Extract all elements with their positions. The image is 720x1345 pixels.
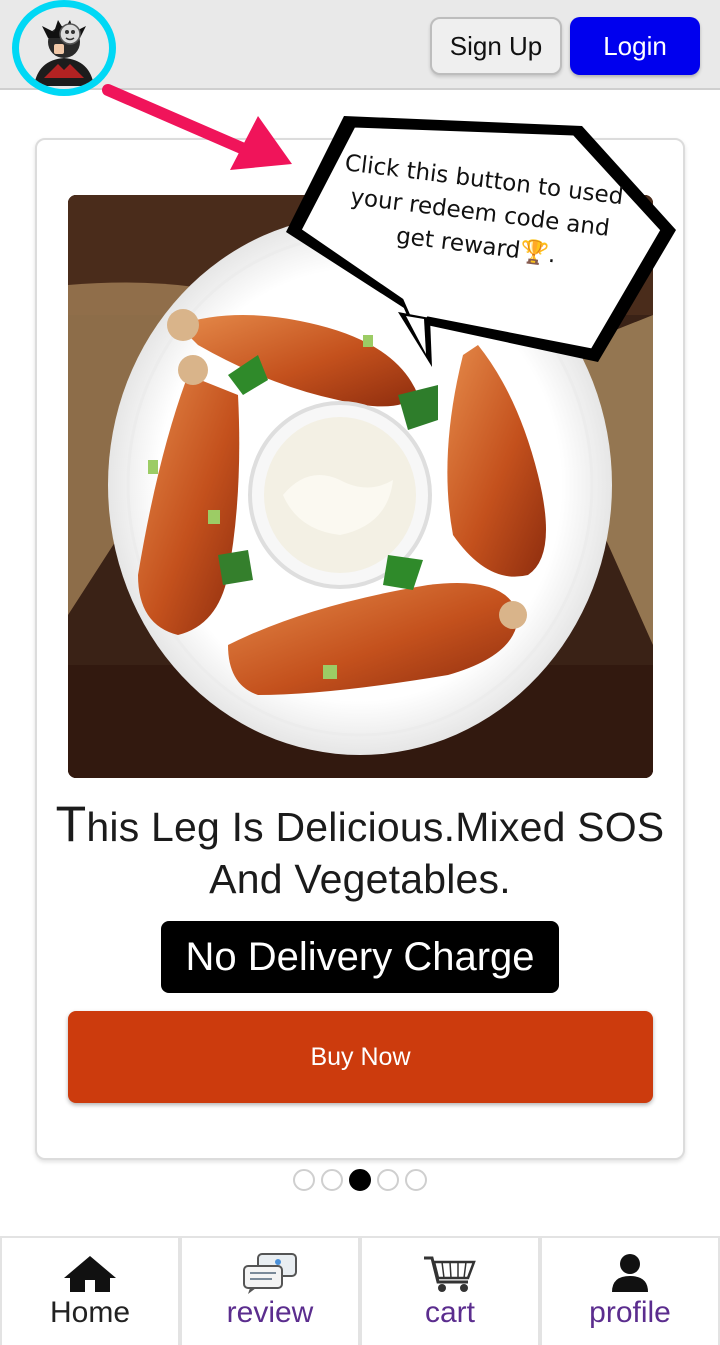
- carousel-dot[interactable]: [293, 1169, 315, 1191]
- home-icon: [64, 1256, 116, 1292]
- carousel-dots: [293, 1169, 433, 1191]
- avatar-character-icon: [24, 8, 104, 88]
- login-button[interactable]: Login: [570, 17, 700, 75]
- bottom-nav: Home review cart profile: [0, 1236, 720, 1345]
- nav-label-cart: cart: [424, 1296, 475, 1329]
- carousel-dot[interactable]: [405, 1169, 427, 1191]
- chat-bubbles-icon: [243, 1253, 297, 1294]
- nav-label-profile: profile: [589, 1296, 671, 1329]
- carousel-dot-active[interactable]: [349, 1169, 371, 1191]
- nav-item-profile[interactable]: profile: [540, 1236, 720, 1345]
- person-icon: [612, 1254, 648, 1292]
- nav-item-cart[interactable]: cart: [360, 1236, 540, 1345]
- pointer-arrow-icon: [102, 84, 292, 170]
- nav-item-home[interactable]: Home: [0, 1236, 180, 1345]
- carousel-dot[interactable]: [321, 1169, 343, 1191]
- nav-label-home: Home: [49, 1296, 131, 1329]
- carousel-dot[interactable]: [377, 1169, 399, 1191]
- cart-icon: [424, 1256, 476, 1292]
- buy-now-button[interactable]: Buy Now: [68, 1011, 653, 1103]
- sign-up-button[interactable]: Sign Up: [430, 17, 562, 75]
- product-title-initial: T: [55, 796, 87, 852]
- tooltip-callout: Click this button to used your redeem co…: [282, 112, 682, 372]
- product-title-text: his Leg Is Delicious.Mixed SOS And Veget…: [86, 804, 665, 902]
- delivery-badge: No Delivery Charge: [161, 921, 559, 993]
- nav-item-review[interactable]: review: [180, 1236, 360, 1345]
- product-title: This Leg Is Delicious.Mixed SOS And Vege…: [40, 798, 680, 905]
- nav-label-review: review: [226, 1296, 314, 1329]
- top-bar: Sign Up Login: [0, 0, 720, 96]
